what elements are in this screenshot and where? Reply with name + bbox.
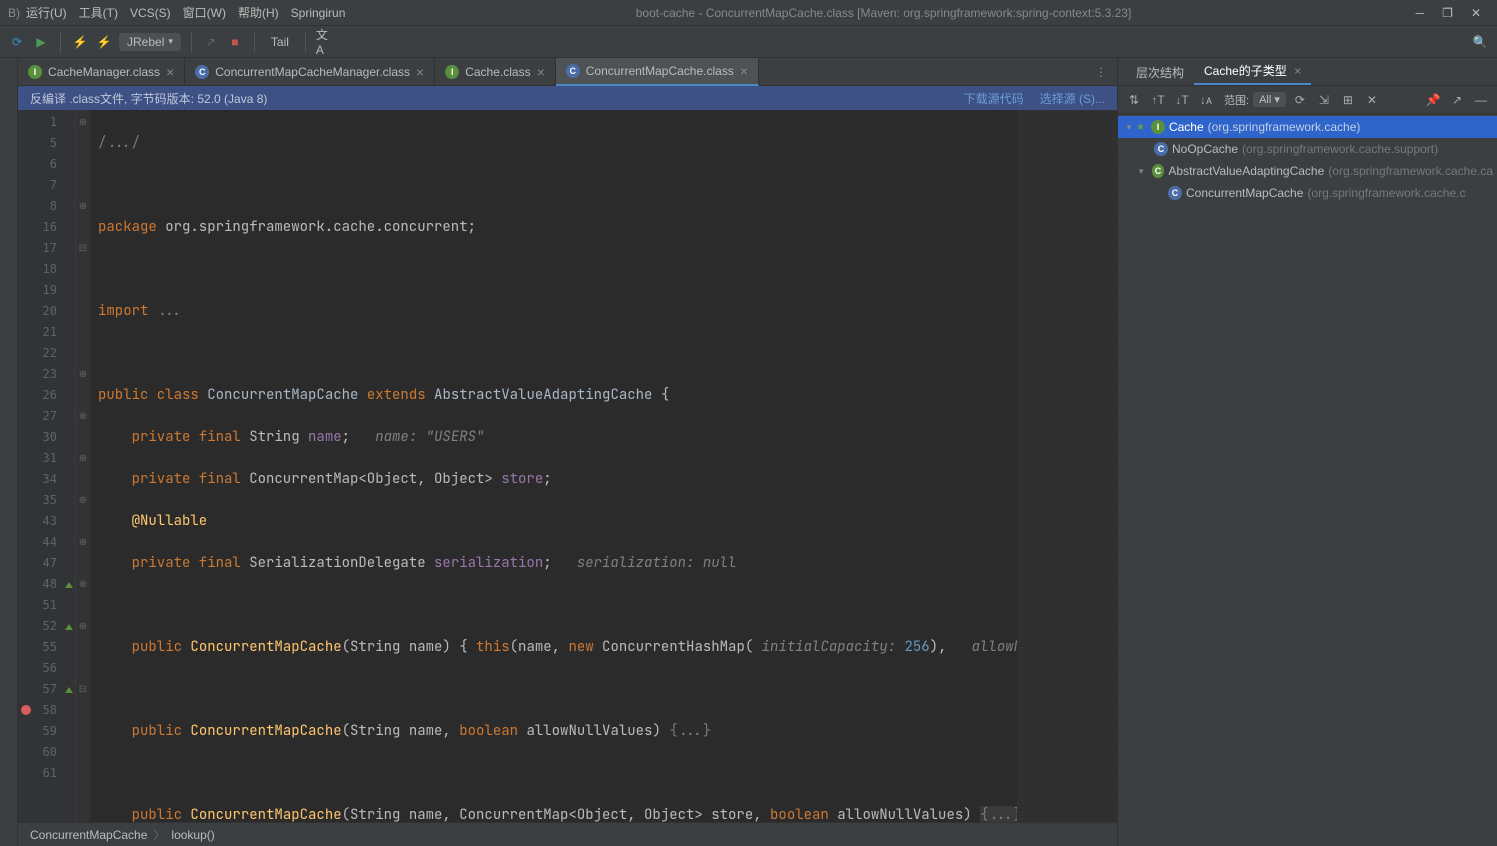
menubar: B) 运行(U) 工具(T) VCS(S) 窗口(W) 帮助(H) Spring… <box>0 0 1497 26</box>
fold-icon[interactable]: ⊟ <box>76 238 90 259</box>
tab-close-icon[interactable]: × <box>537 64 545 80</box>
jrebel-debug-icon[interactable]: ⚡ <box>95 33 113 51</box>
export-icon[interactable]: ↗ <box>1447 90 1467 110</box>
breadcrumb-method[interactable]: lookup() <box>171 828 214 842</box>
fold-icon[interactable]: ⊕ <box>76 532 90 553</box>
code-editor[interactable]: /.../ package org.springframework.cache.… <box>90 110 1017 822</box>
tab-hierarchy[interactable]: 层次结构 <box>1126 60 1194 85</box>
supertypes-icon[interactable]: ↑T <box>1148 90 1168 110</box>
arrow-icon[interactable]: ↗ <box>202 33 220 51</box>
tabs-menu-icon[interactable]: ⋮ <box>1085 65 1117 79</box>
expand-icon[interactable]: ⊞ <box>1338 90 1358 110</box>
fold-icon[interactable]: ⊕ <box>76 406 90 427</box>
scope-dropdown[interactable]: All ▾ <box>1253 92 1286 107</box>
class-icon: C <box>1154 142 1168 156</box>
override-icon[interactable] <box>65 685 73 693</box>
menu-help[interactable]: 帮助(H) <box>232 4 285 21</box>
override-icon[interactable] <box>65 622 73 630</box>
breadcrumb: ConcurrentMapCache 〉 lookup() <box>18 822 1117 846</box>
hierarchy-tree: ▾ ★ I Cache (org.springframework.cache) … <box>1118 114 1497 846</box>
refresh-icon[interactable]: ⟳ <box>8 33 26 51</box>
window-controls: ─ ❐ ✕ <box>1416 6 1489 20</box>
search-icon[interactable]: 🔍 <box>1471 33 1489 51</box>
tab-concurrentmapcache[interactable]: CConcurrentMapCache.class× <box>556 58 759 86</box>
stop-icon[interactable]: ■ <box>226 33 244 51</box>
tree-item-abstractvalueadaptingcache[interactable]: ▾ C AbstractValueAdaptingCache (org.spri… <box>1118 160 1497 182</box>
tab-cache[interactable]: ICache.class× <box>435 58 556 86</box>
sort-icon[interactable]: ↓ᴀ <box>1196 90 1216 110</box>
pin-marker-icon: ★ <box>1136 122 1145 133</box>
menu-window[interactable]: 窗口(W) <box>177 4 232 21</box>
main-area: ICacheManager.class× CConcurrentMapCache… <box>0 58 1497 846</box>
editor-area: ICacheManager.class× CConcurrentMapCache… <box>18 58 1117 846</box>
minimize-icon[interactable]: ─ <box>1416 6 1425 20</box>
pin-icon[interactable]: 📌 <box>1423 90 1443 110</box>
fold-gutter: ⊕ ⊕ ⊟ ⊕ ⊕ ⊕ ⊕ ⊕ ⊕ ⊕ ⊟ <box>76 110 90 822</box>
menu-tools[interactable]: 工具(T) <box>73 4 124 21</box>
expander-icon[interactable]: ▾ <box>1135 166 1148 177</box>
tree-item-noopcache[interactable]: C NoOpCache (org.springframework.cache.s… <box>1118 138 1497 160</box>
fold-icon[interactable]: ⊕ <box>76 616 90 637</box>
download-sources-link[interactable]: 下载源代码 <box>964 90 1024 107</box>
tab-close-icon[interactable]: × <box>166 64 174 80</box>
tail-button[interactable]: Tail <box>265 35 295 49</box>
tab-cachemanager[interactable]: ICacheManager.class× <box>18 58 185 86</box>
close-icon[interactable]: ✕ <box>1362 90 1382 110</box>
left-tool-gutter <box>0 58 18 846</box>
fold-icon[interactable]: ⊕ <box>76 448 90 469</box>
menu-left-edge: B) <box>8 6 20 20</box>
tab-close-icon[interactable]: × <box>416 64 424 80</box>
menu-springirun[interactable]: Springirun <box>285 6 352 20</box>
fold-icon[interactable]: ⊕ <box>76 112 90 133</box>
breadcrumb-class[interactable]: ConcurrentMapCache <box>30 828 147 842</box>
close-icon[interactable]: ✕ <box>1471 6 1481 20</box>
tab-close-icon[interactable]: × <box>740 63 748 79</box>
run-icon[interactable]: ▶ <box>32 33 50 51</box>
decompile-info-text: 反编译 .class文件, 字节码版本: 52.0 (Java 8) <box>30 90 267 107</box>
jrebel-dropdown[interactable]: JRebel▾ <box>119 33 181 51</box>
scope-label: 范围: <box>1224 92 1249 108</box>
class-icon: C <box>1168 186 1182 200</box>
fold-icon[interactable]: ⊕ <box>76 574 90 595</box>
tree-item-cache[interactable]: ▾ ★ I Cache (org.springframework.cache) <box>1118 116 1497 138</box>
toolbar: ⟳ ▶ ⚡ ⚡ JRebel▾ ↗ ■ Tail 文A 🔍 <box>0 26 1497 58</box>
fold-icon[interactable]: ⊟ <box>76 679 90 700</box>
override-icon[interactable] <box>65 580 73 588</box>
code-minimap[interactable] <box>1017 110 1117 822</box>
tab-concurrentmapcachemanager[interactable]: CConcurrentMapCacheManager.class× <box>185 58 435 86</box>
autoscroll-icon[interactable]: ⇲ <box>1314 90 1334 110</box>
hierarchy-toolbar: ⇅ ↑T ↓T ↓ᴀ 范围: All ▾ ⟳ ⇲ ⊞ ✕ 📌 ↗ — <box>1118 86 1497 114</box>
interface-icon: C <box>1152 164 1165 178</box>
fold-icon[interactable]: ⊕ <box>76 364 90 385</box>
editor-tabs: ICacheManager.class× CConcurrentMapCache… <box>18 58 1117 86</box>
menu-run[interactable]: 运行(U) <box>20 4 73 21</box>
class-hierarchy-icon[interactable]: ⇅ <box>1124 90 1144 110</box>
code-container: 1 5 6 7 8 16 17 18 19 20 21 22 23 26 27 … <box>18 110 1117 822</box>
breakpoint-icon[interactable] <box>21 705 31 715</box>
decompile-info-bar: 反编译 .class文件, 字节码版本: 52.0 (Java 8) 下载源代码… <box>18 86 1117 110</box>
tab-close-icon[interactable]: × <box>1294 64 1301 78</box>
jrebel-reload-icon[interactable]: ⚡ <box>71 33 89 51</box>
tab-subtypes[interactable]: Cache的子类型 × <box>1194 58 1311 85</box>
tree-item-concurrentmapcache[interactable]: C ConcurrentMapCache (org.springframewor… <box>1118 182 1497 204</box>
translate-icon[interactable]: 文A <box>316 33 334 51</box>
right-panel-tabs: 层次结构 Cache的子类型 × <box>1118 58 1497 86</box>
subtypes-icon[interactable]: ↓T <box>1172 90 1192 110</box>
hide-icon[interactable]: — <box>1471 90 1491 110</box>
fold-icon[interactable]: ⊕ <box>76 490 90 511</box>
window-title: boot-cache - ConcurrentMapCache.class [M… <box>351 6 1415 20</box>
fold-icon[interactable]: ⊕ <box>76 196 90 217</box>
choose-sources-link[interactable]: 选择源 (S)... <box>1040 90 1105 107</box>
refresh-icon[interactable]: ⟳ <box>1290 90 1310 110</box>
expander-icon[interactable]: ▾ <box>1122 122 1136 133</box>
interface-icon: I <box>1151 120 1165 134</box>
hierarchy-panel: 层次结构 Cache的子类型 × ⇅ ↑T ↓T ↓ᴀ 范围: All ▾ ⟳ … <box>1117 58 1497 846</box>
maximize-icon[interactable]: ❐ <box>1442 6 1453 20</box>
menu-vcs[interactable]: VCS(S) <box>124 6 177 20</box>
line-number-gutter: 1 5 6 7 8 16 17 18 19 20 21 22 23 26 27 … <box>18 110 76 822</box>
